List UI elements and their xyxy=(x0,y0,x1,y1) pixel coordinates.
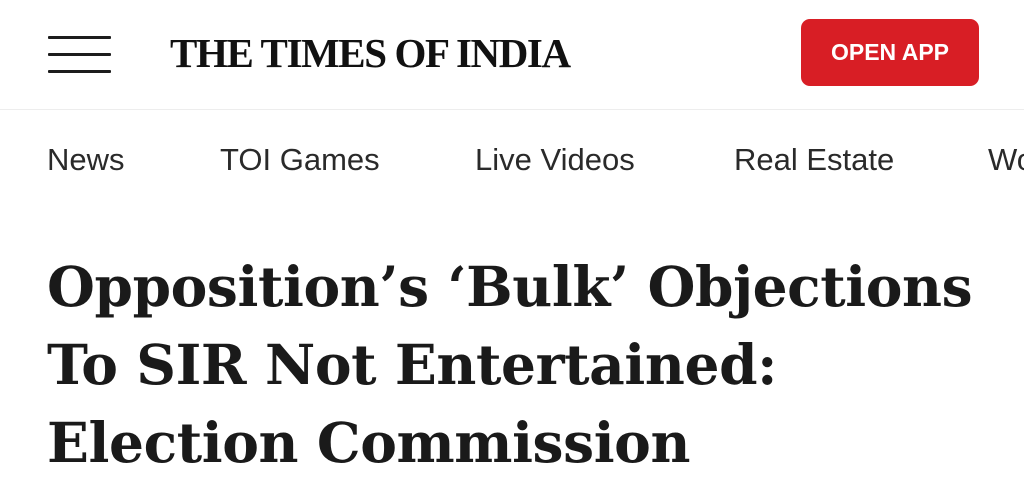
nav-item-news[interactable]: News xyxy=(47,140,125,180)
open-app-button[interactable]: OPEN APP xyxy=(801,19,979,86)
menu-bar-bottom xyxy=(48,70,111,73)
nav-item-partial[interactable]: Wo xyxy=(988,140,1024,180)
hamburger-menu-icon[interactable] xyxy=(48,36,111,74)
nav-item-live-videos[interactable]: Live Videos xyxy=(475,140,635,180)
menu-bar-top xyxy=(48,36,111,39)
site-logo[interactable]: THE TIMES OF INDIA xyxy=(170,30,571,76)
menu-bar-middle xyxy=(48,53,111,56)
app-header: THE TIMES OF INDIA OPEN APP xyxy=(0,0,1024,110)
section-nav: News TOI Games Live Videos Real Estate W… xyxy=(0,140,1024,180)
nav-item-toi-games[interactable]: TOI Games xyxy=(220,140,380,180)
nav-item-real-estate[interactable]: Real Estate xyxy=(734,140,894,180)
article-headline: Opposition’s ‘Bulk’ Objections To SIR No… xyxy=(47,254,973,475)
